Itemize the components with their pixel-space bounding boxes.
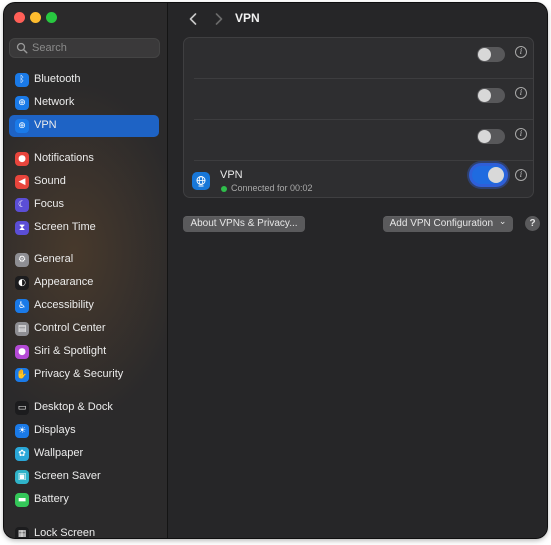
sidebar-item-desktop-dock[interactable]: ▭ Desktop & Dock (9, 397, 159, 419)
sidebar-item-label: Desktop & Dock (34, 401, 113, 413)
dock-icon: ▭ (15, 401, 29, 415)
info-icon[interactable]: i (515, 46, 527, 58)
speaker-icon: ◀ (15, 175, 29, 189)
sidebar-item-label: Siri & Spotlight (34, 345, 107, 357)
sidebar-item-siri-spotlight[interactable]: ● Siri & Spotlight (9, 341, 159, 363)
sidebar-item-label: Accessibility (34, 299, 94, 311)
sidebar-item-privacy-security[interactable]: ✋ Privacy & Security (9, 364, 159, 386)
toggle-knob (478, 89, 491, 102)
chevron-left-icon (189, 13, 197, 25)
sidebar: ᛒ Bluetooth ⊕ Network ⊕ VPN ● Notifications ◀ Sou… (4, 3, 168, 538)
sidebar-item-label: Privacy & Security (34, 368, 124, 380)
add-vpn-label: Add VPN Configuration (389, 218, 494, 229)
sidebar-item-notifications[interactable]: ● Notifications (9, 148, 159, 170)
hourglass-icon: ⧗ (15, 221, 29, 235)
sidebar-item-label: Control Center (34, 322, 106, 334)
vpn-toggle-4[interactable] (472, 166, 505, 184)
appearance-icon: ◐ (15, 276, 29, 290)
row-divider (194, 78, 533, 79)
sidebar-item-label: Network (34, 96, 75, 108)
sun-icon: ☀ (15, 424, 29, 438)
chevron-right-icon (215, 13, 223, 25)
sidebar-item-network[interactable]: ⊕ Network (9, 92, 159, 114)
toggle-knob (478, 48, 491, 61)
accessibility-icon: ♿ (15, 299, 29, 313)
sidebar-item-label: Notifications (34, 152, 94, 164)
sidebar-item-lock-screen[interactable]: ▦ Lock Screen (9, 523, 159, 538)
about-vpns-button[interactable]: About VPNs & Privacy... (183, 216, 305, 232)
sidebar-item-label: Screen Time (34, 221, 96, 233)
lock-screen-icon: ▦ (15, 527, 29, 538)
vpn-toggle-2[interactable] (477, 88, 505, 103)
sidebar-item-label: Appearance (34, 276, 94, 288)
info-icon[interactable]: i (515, 87, 527, 99)
control-center-icon: ▤ (15, 322, 29, 336)
sidebar-item-label: Wallpaper (34, 447, 84, 459)
sidebar-item-label: Battery (34, 493, 69, 505)
bell-icon: ● (15, 152, 29, 166)
vpn-globe-icon: ⊕ (15, 119, 29, 133)
page-title: VPN (235, 11, 260, 25)
search-field[interactable] (9, 38, 160, 58)
vpn-globe-icon (192, 172, 210, 190)
close-window-button[interactable] (14, 12, 25, 23)
hand-icon: ✋ (15, 368, 29, 382)
globe-icon: ⊕ (15, 96, 29, 110)
add-vpn-configuration-button[interactable]: Add VPN Configuration ⌄ (383, 216, 513, 232)
sidebar-item-label: Sound (34, 175, 66, 187)
chevron-down-icon: ⌄ (498, 217, 507, 227)
sidebar-item-vpn[interactable]: ⊕ VPN (9, 115, 159, 137)
sidebar-item-bluetooth[interactable]: ᛒ Bluetooth (9, 69, 159, 91)
sidebar-item-label: Screen Saver (34, 470, 101, 482)
sidebar-item-displays[interactable]: ☀ Displays (9, 420, 159, 442)
back-button[interactable] (186, 11, 200, 27)
settings-window: ᛒ Bluetooth ⊕ Network ⊕ VPN ● Notifications ◀ Sou… (4, 3, 547, 538)
row-divider (194, 160, 533, 161)
toggle-knob (478, 130, 491, 143)
vpn-list-panel: i i i VPN Connected for 00:02 i (183, 37, 534, 198)
sidebar-item-label: VPN (34, 119, 57, 131)
vpn-toggle-3[interactable] (477, 129, 505, 144)
battery-icon: ▬ (15, 493, 29, 507)
gear-icon: ⚙ (15, 253, 29, 267)
screen-saver-icon: ▣ (15, 470, 29, 484)
connected-status-dot (221, 186, 227, 192)
info-icon[interactable]: i (515, 128, 527, 140)
wallpaper-icon: ✿ (15, 447, 29, 461)
info-icon[interactable]: i (515, 169, 527, 181)
sidebar-item-control-center[interactable]: ▤ Control Center (9, 318, 159, 340)
minimize-window-button[interactable] (30, 12, 41, 23)
sidebar-item-label: Lock Screen (34, 527, 96, 538)
vpn-status: Connected for 00:02 (231, 183, 313, 193)
sidebar-item-sound[interactable]: ◀ Sound (9, 171, 159, 193)
siri-icon: ● (15, 345, 29, 359)
forward-button[interactable] (212, 11, 226, 27)
sidebar-item-label: General (34, 253, 74, 265)
sidebar-item-battery[interactable]: ▬ Battery (9, 489, 159, 511)
sidebar-item-label: Bluetooth (34, 73, 81, 85)
sidebar-item-accessibility[interactable]: ♿ Accessibility (9, 295, 159, 317)
sidebar-item-screen-saver[interactable]: ▣ Screen Saver (9, 466, 159, 488)
sidebar-item-focus[interactable]: ☾ Focus (9, 194, 159, 216)
sidebar-item-general[interactable]: ⚙ General (9, 249, 159, 271)
toggle-knob (488, 167, 504, 183)
search-input[interactable] (32, 40, 152, 56)
row-divider (194, 119, 533, 120)
sidebar-item-label: Displays (34, 424, 76, 436)
moon-icon: ☾ (15, 198, 29, 212)
sidebar-item-label: Focus (34, 198, 64, 210)
main-content: VPN i i i VPN Connected for 00:02 i Abou… (168, 3, 547, 538)
sidebar-item-screen-time[interactable]: ⧗ Screen Time (9, 217, 159, 239)
bluetooth-icon: ᛒ (15, 73, 29, 87)
sidebar-item-wallpaper[interactable]: ✿ Wallpaper (9, 443, 159, 465)
sidebar-item-appearance[interactable]: ◐ Appearance (9, 272, 159, 294)
search-icon (16, 42, 28, 54)
vpn-toggle-1[interactable] (477, 47, 505, 62)
vpn-name: VPN (220, 169, 243, 181)
zoom-window-button[interactable] (46, 12, 57, 23)
help-button[interactable]: ? (525, 216, 540, 231)
